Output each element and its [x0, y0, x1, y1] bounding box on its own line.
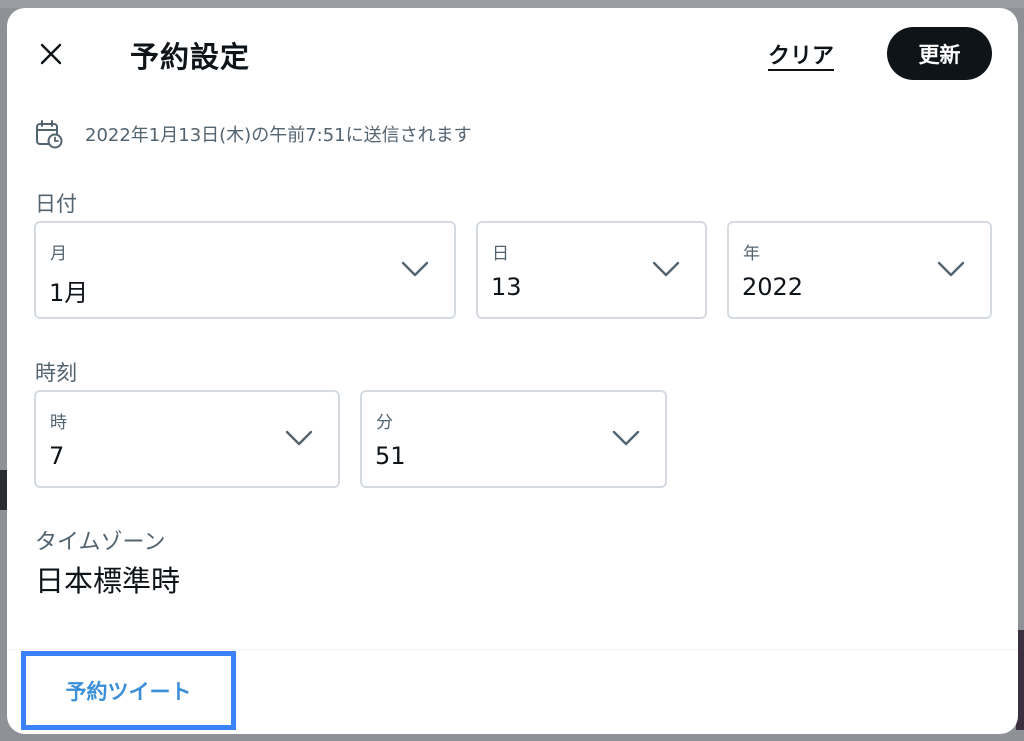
year-select-value: 2022 [742, 273, 804, 301]
time-section-label: 時刻 [35, 361, 77, 385]
chevron-down-icon [937, 261, 965, 277]
minute-select-label: 分 [376, 413, 393, 433]
timezone-value: 日本標準時 [35, 564, 181, 598]
footer-divider [7, 649, 1018, 650]
day-select-value: 13 [491, 273, 522, 301]
timezone-label: タイムゾーン [35, 530, 166, 555]
schedule-summary: 2022年1月13日(木)の午前7:51に送信されます [35, 118, 472, 150]
close-icon [40, 43, 62, 65]
month-select-value: 1月 [49, 279, 89, 307]
year-select-label: 年 [743, 244, 760, 264]
day-select[interactable]: 日 13 [476, 221, 707, 319]
schedule-summary-text: 2022年1月13日(木)の午前7:51に送信されます [85, 125, 472, 146]
scheduled-tweets-link[interactable]: 予約ツイート [21, 651, 236, 730]
schedule-dialog: 予約設定 クリア 更新 2022年1月13日(木)の午前7:51に送信されます … [7, 8, 1018, 734]
hour-select-label: 時 [50, 413, 67, 433]
chevron-down-icon [401, 261, 429, 277]
month-select-label: 月 [50, 244, 67, 264]
update-button[interactable]: 更新 [887, 27, 992, 80]
minute-select-value: 51 [375, 442, 406, 470]
background-top [0, 0, 1024, 8]
close-button[interactable] [33, 36, 69, 72]
year-select[interactable]: 年 2022 [727, 221, 992, 319]
month-select[interactable]: 月 1月 [34, 221, 456, 319]
chevron-down-icon [612, 430, 640, 446]
minute-select[interactable]: 分 51 [360, 390, 667, 488]
dialog-title: 予約設定 [130, 40, 251, 74]
calendar-clock-icon [36, 120, 63, 149]
hour-select-value: 7 [49, 442, 65, 470]
hour-select[interactable]: 時 7 [34, 390, 340, 488]
chevron-down-icon [652, 261, 680, 277]
day-select-label: 日 [492, 244, 509, 264]
date-section-label: 日付 [35, 192, 77, 216]
clear-button[interactable]: クリア [768, 38, 834, 70]
chevron-down-icon [285, 430, 313, 446]
dialog-header: 予約設定 クリア 更新 [7, 8, 1018, 100]
